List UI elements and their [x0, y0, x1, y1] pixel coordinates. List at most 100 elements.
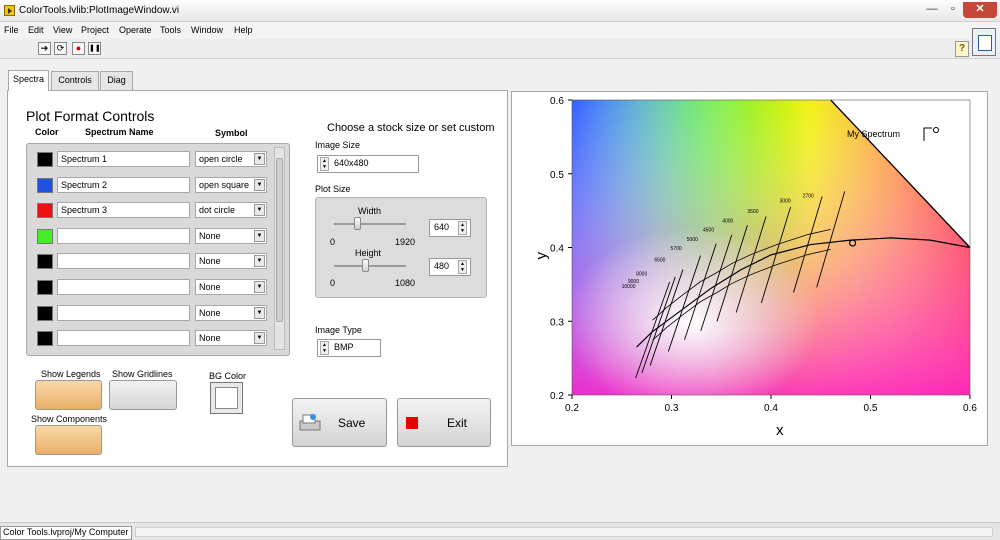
- symbol-select[interactable]: None ▼: [195, 330, 267, 347]
- stop-icon: [406, 417, 418, 429]
- horizontal-scrollbar[interactable]: [135, 527, 993, 537]
- spectrum-color-swatch[interactable]: [37, 280, 53, 295]
- menu-view[interactable]: View: [53, 25, 72, 35]
- list-vertical-scrollbar[interactable]: [274, 147, 285, 350]
- spectrum-color-swatch[interactable]: [37, 177, 53, 193]
- spectrum-color-swatch[interactable]: [37, 254, 53, 270]
- y-axis-label: y: [533, 252, 550, 260]
- cct-label: 4000: [722, 218, 733, 224]
- chevron-down-icon[interactable]: ▼: [254, 229, 265, 242]
- chevron-down-icon[interactable]: ▼: [254, 178, 265, 191]
- tab-diag[interactable]: Diag: [100, 71, 133, 90]
- chevron-down-icon[interactable]: ▼: [254, 281, 265, 293]
- height-numeric[interactable]: 480 ▲ ▼: [429, 258, 471, 276]
- width-slider-knob[interactable]: [353, 217, 361, 230]
- maximize-button[interactable]: ▫: [944, 2, 962, 18]
- spectrum-color-swatch[interactable]: [37, 331, 53, 347]
- symbol-select[interactable]: None ▼: [195, 304, 267, 321]
- show-components-button[interactable]: [35, 425, 102, 455]
- minimize-button[interactable]: —: [922, 2, 942, 18]
- tab-spectra[interactable]: Spectra: [8, 70, 49, 91]
- image-size-value: 640x480: [334, 158, 369, 168]
- spectrum-name-field[interactable]: Spectrum 2: [57, 176, 190, 193]
- width-slider-track: [334, 223, 406, 225]
- chevron-down-icon[interactable]: ▼: [254, 306, 265, 319]
- stock-size-heading: Choose a stock size or set custom: [327, 122, 495, 134]
- spectrum-color-swatch[interactable]: [37, 305, 53, 321]
- image-size-spinner-icon[interactable]: ▲ ▼: [320, 157, 329, 171]
- bg-color-swatch: [215, 387, 238, 409]
- color-column-header: Color: [35, 127, 59, 137]
- spectrum-name-field[interactable]: Spectrum 1: [57, 151, 190, 167]
- cct-label: 3000: [780, 199, 791, 205]
- spectrum-row: None ▼: [33, 276, 277, 298]
- menu-edit[interactable]: Edit: [28, 25, 44, 35]
- height-value: 480: [434, 261, 450, 271]
- menu-window[interactable]: Window: [191, 25, 223, 35]
- spectrum-name-field[interactable]: Spectrum 3: [57, 202, 190, 219]
- chevron-down-icon[interactable]: ▼: [254, 332, 265, 345]
- tab-controls[interactable]: Controls: [51, 71, 99, 90]
- menu-project[interactable]: Project: [81, 25, 109, 35]
- bg-color-picker[interactable]: [210, 382, 243, 414]
- plot-format-heading: Plot Format Controls: [26, 108, 155, 124]
- symbol-value: open square: [199, 179, 250, 190]
- menu-operate[interactable]: Operate: [119, 25, 152, 35]
- symbol-select[interactable]: open circle ▼: [195, 151, 267, 167]
- image-size-select[interactable]: ▲ ▼ 640x480: [317, 155, 419, 173]
- menu-file[interactable]: File: [4, 25, 19, 35]
- x-axis-label: x: [776, 422, 784, 439]
- chevron-down-icon[interactable]: ▼: [254, 204, 265, 217]
- width-spinner-icon[interactable]: ▲ ▼: [458, 221, 467, 235]
- show-gridlines-button[interactable]: [109, 380, 177, 410]
- show-legends-button[interactable]: [35, 380, 102, 410]
- spectrum-name-field[interactable]: [57, 253, 190, 270]
- save-button[interactable]: Save: [292, 398, 387, 447]
- show-gridlines-label: Show Gridlines: [112, 369, 173, 379]
- pause-icon[interactable]: ❚❚: [88, 42, 101, 55]
- menu-tools[interactable]: Tools: [160, 25, 181, 35]
- context-help-icon[interactable]: ?: [955, 41, 969, 57]
- symbol-value: None: [199, 230, 221, 241]
- spectrum-name-field[interactable]: [57, 279, 190, 295]
- menu-bar: File Edit View Project Operate Tools Win…: [0, 22, 1000, 39]
- spectrum-color-swatch[interactable]: [37, 203, 53, 219]
- symbol-select[interactable]: None ▼: [195, 227, 267, 244]
- symbol-select[interactable]: open square ▼: [195, 176, 267, 193]
- y-tick-label: 0.6: [550, 96, 564, 107]
- cct-label: 5700: [671, 246, 682, 252]
- spectrum-row: None ▼: [33, 250, 277, 272]
- close-button[interactable]: ✕: [963, 2, 997, 18]
- spectrum-row: Spectrum 3 dot circle ▼: [33, 199, 277, 221]
- show-legends-label: Show Legends: [41, 369, 101, 379]
- symbol-select[interactable]: None ▼: [195, 279, 267, 295]
- spectrum-color-swatch[interactable]: [37, 152, 53, 167]
- width-numeric[interactable]: 640 ▲ ▼: [429, 219, 471, 237]
- chevron-down-icon[interactable]: ▼: [254, 255, 265, 268]
- symbol-value: None: [199, 307, 221, 318]
- toolbar: ➔ ⟳ ● ❚❚: [0, 39, 1000, 59]
- width-slider-label: Width: [358, 206, 382, 216]
- menu-help[interactable]: Help: [234, 25, 253, 35]
- symbol-select[interactable]: None ▼: [195, 253, 267, 270]
- spectrum-name-field[interactable]: [57, 304, 190, 321]
- height-spinner-icon[interactable]: ▲ ▼: [458, 260, 467, 274]
- abort-icon[interactable]: ●: [72, 42, 85, 55]
- image-type-select[interactable]: ▲ ▼ BMP: [317, 339, 381, 357]
- scrollbar-thumb[interactable]: [276, 158, 283, 322]
- spectrum-name-field[interactable]: [57, 227, 190, 244]
- run-continuously-icon[interactable]: ⟳: [54, 42, 67, 55]
- symbol-select[interactable]: dot circle ▼: [195, 202, 267, 219]
- run-arrow-icon[interactable]: ➔: [38, 42, 51, 55]
- x-tick-label: 0.5: [864, 403, 878, 414]
- x-tick-label: 0.6: [963, 403, 977, 414]
- exit-button[interactable]: Exit: [397, 398, 491, 447]
- spectrum-color-swatch[interactable]: [37, 228, 53, 244]
- image-type-spinner-icon[interactable]: ▲ ▼: [320, 341, 329, 355]
- symbol-value: None: [199, 333, 221, 344]
- spectrum-name-field[interactable]: [57, 330, 190, 347]
- chevron-down-icon[interactable]: ▼: [254, 153, 265, 165]
- symbol-column-header: Symbol: [215, 128, 248, 138]
- width-slider-max: 1920: [395, 237, 416, 247]
- height-slider-knob[interactable]: [361, 259, 369, 272]
